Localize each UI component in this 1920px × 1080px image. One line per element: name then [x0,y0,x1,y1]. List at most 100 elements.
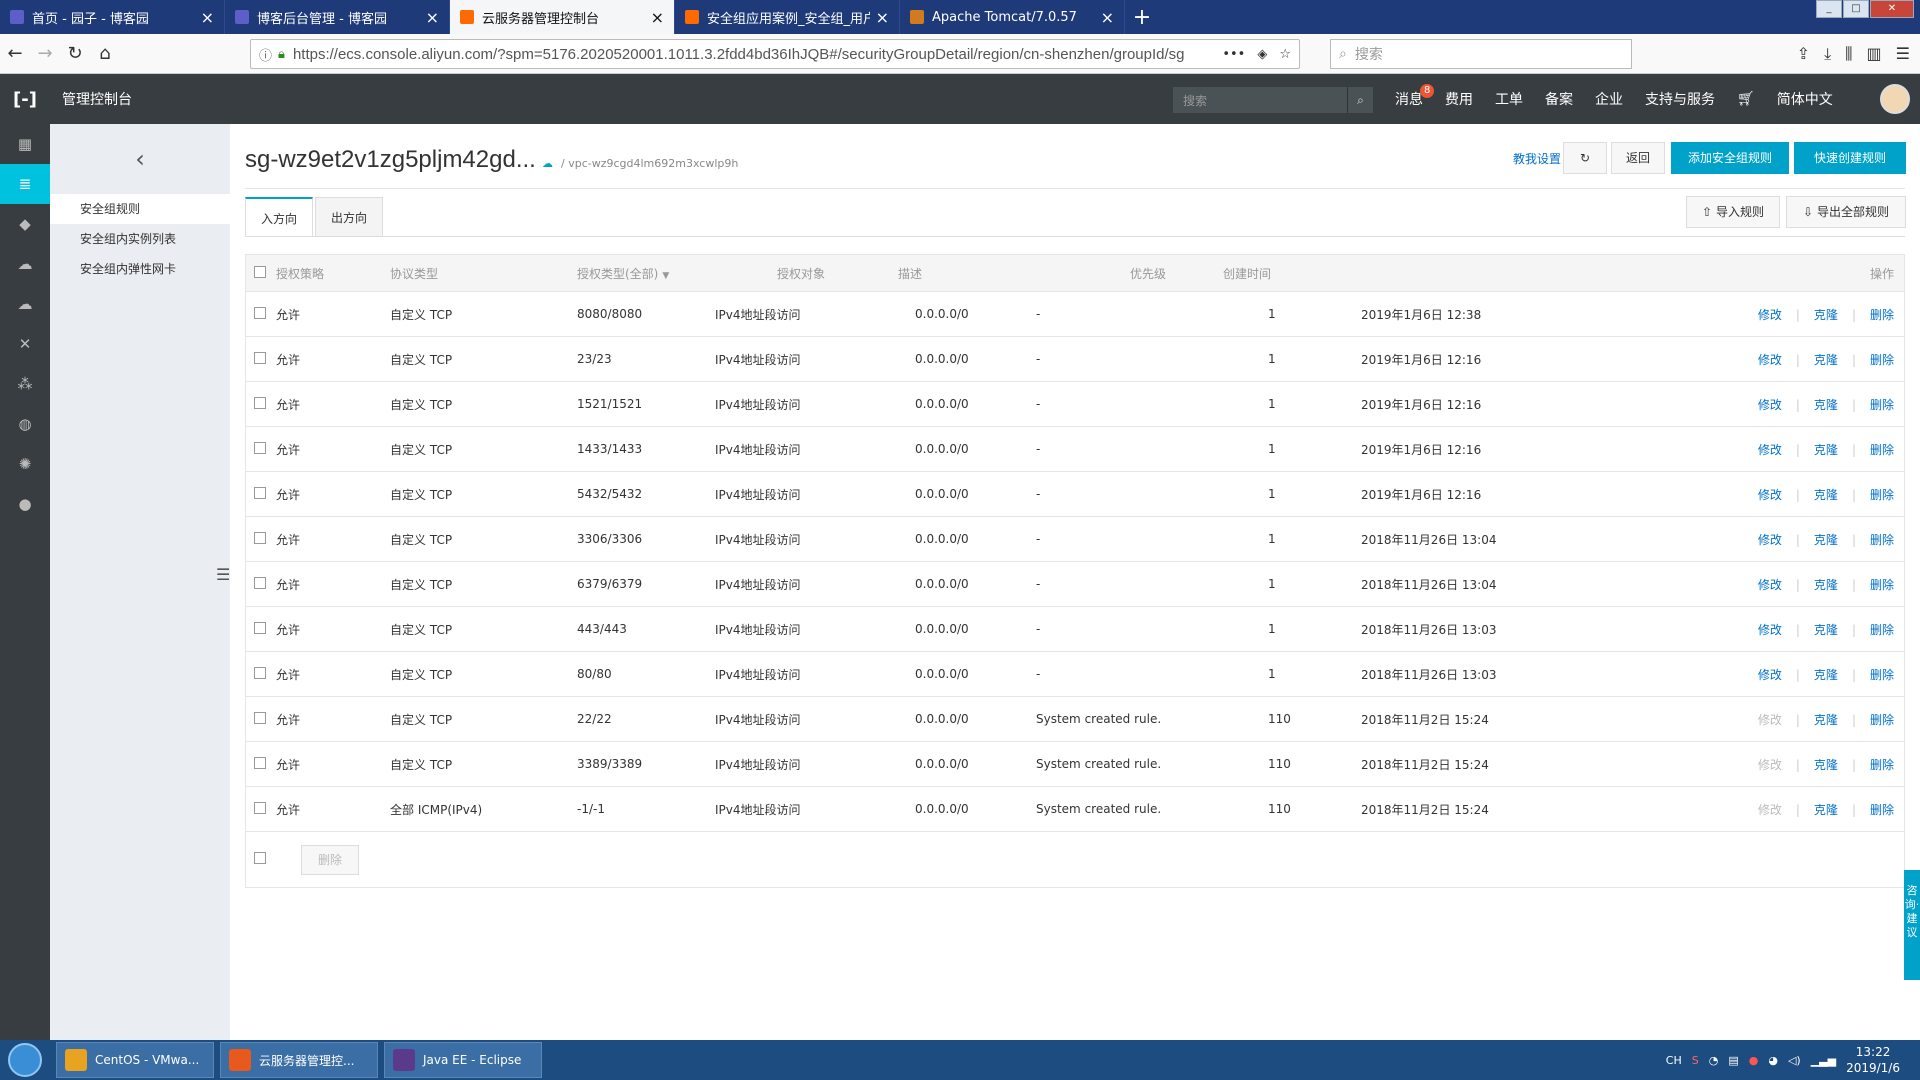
tools-icon[interactable]: ✕ [0,324,50,364]
maximize-button[interactable]: □ [1843,0,1869,18]
tab-outbound[interactable]: 出方向 [315,197,383,237]
delete-link[interactable]: 删除 [1870,533,1894,547]
home-icon[interactable]: ⌂ [90,43,120,64]
delete-link[interactable]: 删除 [1870,623,1894,637]
more-icon[interactable]: ••• [1222,47,1245,62]
console-nav-item[interactable]: 简体中文 [1777,89,1833,109]
chevron-left-icon[interactable]: ‹ [50,124,230,194]
close-tab-icon[interactable]: × [876,8,889,27]
clone-link[interactable]: 克隆 [1814,533,1838,547]
console-nav-item[interactable]: 备案 [1545,89,1573,109]
close-tab-icon[interactable]: × [426,8,439,27]
add-rule-button[interactable]: 添加安全组规则 [1671,142,1789,174]
url-text[interactable]: https://ecs.console.aliyun.com/?spm=5176… [293,46,1214,63]
network-icon[interactable]: ▤ [1728,1054,1738,1067]
info-icon[interactable]: ⓘ [259,45,272,64]
edit-link[interactable]: 修改 [1758,353,1782,367]
back-icon[interactable]: ← [0,43,30,64]
edit-link[interactable]: 修改 [1758,578,1782,592]
clone-link[interactable]: 克隆 [1814,803,1838,817]
close-tab-icon[interactable]: × [1101,8,1114,27]
close-tab-icon[interactable]: × [651,8,664,27]
avatar[interactable] [1880,84,1910,114]
browser-tab[interactable]: Apache Tomcat/7.0.57 × [900,0,1125,34]
export-rules-button[interactable]: ⇩ 导出全部规则 [1786,196,1906,228]
bookmark-star-icon[interactable]: ☆ [1279,47,1291,62]
delete-link[interactable]: 删除 [1870,668,1894,682]
pocket-icon[interactable]: ◈ [1257,47,1267,62]
select-all-checkbox[interactable] [246,265,276,281]
taskbar-button[interactable]: CentOS - VMwa... [56,1042,214,1078]
shield-icon[interactable]: ◆ [0,204,50,244]
delete-link[interactable]: 删除 [1870,713,1894,727]
window-close-button[interactable]: ✕ [1870,0,1914,18]
browser-tab[interactable]: 首页 - 园子 - 博客园 × [0,0,225,34]
clone-link[interactable]: 克隆 [1814,758,1838,772]
edit-link[interactable]: 修改 [1758,623,1782,637]
bulk-delete-button[interactable]: 删除 [301,844,359,875]
console-nav-item[interactable]: 费用 [1445,89,1473,109]
row-checkbox[interactable] [246,441,276,457]
clone-link[interactable]: 克隆 [1814,398,1838,412]
row-checkbox[interactable] [246,351,276,367]
select-checkbox[interactable] [246,851,276,868]
search-icon[interactable]: ⌕ [1347,87,1373,113]
tab-inbound[interactable]: 入方向 [245,197,313,237]
clone-link[interactable]: 克隆 [1814,353,1838,367]
qq-icon[interactable]: ◕ [1768,1054,1778,1067]
feedback-tab[interactable]: 咨询·建议 [1904,870,1920,980]
quick-create-button[interactable]: 快速创建规则 [1794,142,1906,174]
console-nav-item[interactable]: 消息 [1395,89,1423,109]
console-brand[interactable]: 管理控制台 [62,89,132,109]
delete-link[interactable]: 删除 [1870,353,1894,367]
delete-link[interactable]: 删除 [1870,578,1894,592]
browser-tab[interactable]: 博客后台管理 - 博客园 × [225,0,450,34]
console-nav-item[interactable]: 企业 [1595,89,1623,109]
cloud-upload-icon[interactable]: ☁ [0,284,50,324]
signal-icon[interactable]: ▁▃▅ [1811,1054,1836,1067]
console-nav-item[interactable]: 支持与服务 [1645,89,1715,109]
delete-link[interactable]: 删除 [1870,803,1894,817]
wifi-icon[interactable]: ◔ [1709,1054,1719,1067]
row-checkbox[interactable] [246,756,276,772]
refresh-button[interactable]: ↻ [1563,142,1607,174]
apps-grid-icon[interactable]: ▦ [0,124,50,164]
ime-indicator[interactable]: CH [1666,1054,1682,1067]
delete-link[interactable]: 删除 [1870,488,1894,502]
upload-icon[interactable]: ⇪ [1797,44,1810,64]
cart-icon[interactable]: 🛒︎ [1737,91,1755,107]
back-button[interactable]: 返回 [1611,142,1665,174]
help-link[interactable]: 教我设置 [1513,150,1561,167]
clone-link[interactable]: 克隆 [1814,713,1838,727]
column-header[interactable]: 授权类型(全部) [577,267,658,281]
row-checkbox[interactable] [246,711,276,727]
clone-link[interactable]: 克隆 [1814,623,1838,637]
start-button[interactable] [0,1040,50,1080]
taskbar-button[interactable]: 云服务器管理控... [220,1042,378,1078]
edit-link[interactable]: 修改 [1758,398,1782,412]
row-checkbox[interactable] [246,801,276,817]
library-icon[interactable]: ⫼ [1845,44,1852,64]
ecs-list-icon[interactable]: ≣ [0,164,50,204]
edit-link[interactable]: 修改 [1758,533,1782,547]
reload-icon[interactable]: ↻ [60,43,90,64]
clock[interactable]: 13:22 2019/1/6 [1846,1044,1900,1076]
aliyun-logo-icon[interactable]: [-] [0,89,50,110]
clone-link[interactable]: 克隆 [1814,578,1838,592]
antivirus-icon[interactable]: ● [1749,1054,1759,1067]
edit-link[interactable]: 修改 [1758,488,1782,502]
network-icon[interactable]: ⁂ [0,364,50,404]
menu-icon[interactable]: ☰ [1896,44,1910,64]
sidebar-item[interactable]: 安全组规则 [50,194,230,224]
browser-tab[interactable]: 云服务器管理控制台 × [450,0,675,34]
clone-link[interactable]: 克隆 [1814,308,1838,322]
circle-icon[interactable]: ● [0,484,50,524]
browser-tab[interactable]: 安全组应用案例_安全组_用户指... × [675,0,900,34]
delete-link[interactable]: 删除 [1870,308,1894,322]
row-checkbox[interactable] [246,576,276,592]
close-tab-icon[interactable]: × [201,8,214,27]
row-checkbox[interactable] [246,486,276,502]
edit-link[interactable]: 修改 [1758,443,1782,457]
delete-link[interactable]: 删除 [1870,398,1894,412]
vpc-id[interactable]: / vpc-wz9cgd4lm692m3xcwlp9h [561,157,738,170]
